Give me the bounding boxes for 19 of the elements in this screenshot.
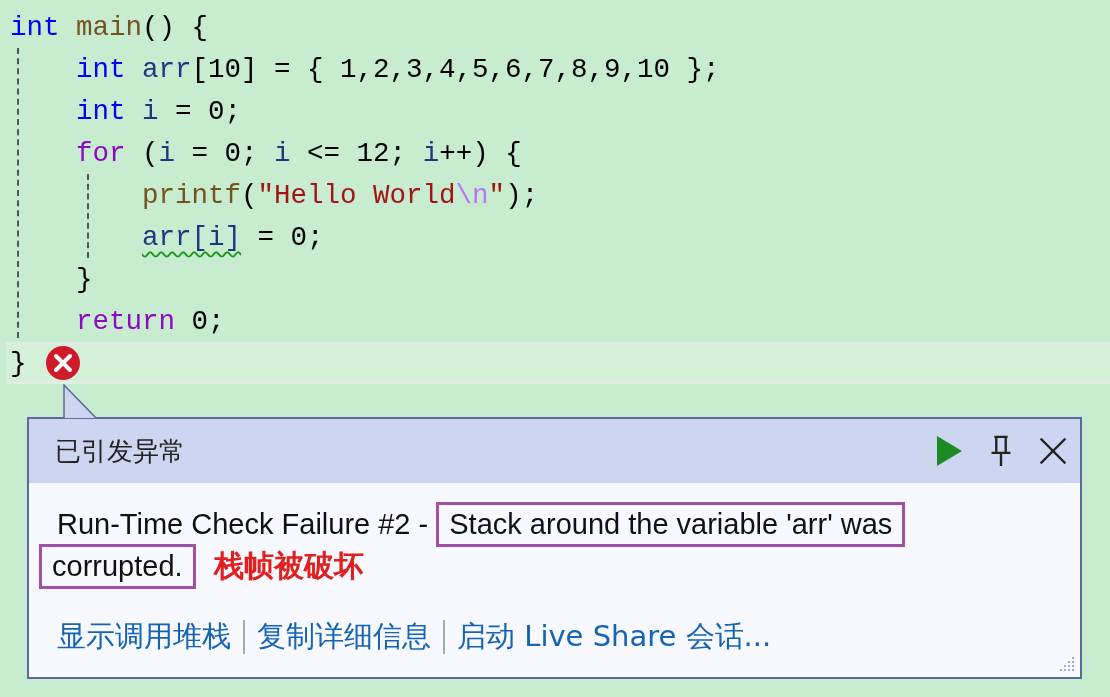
- code-line: printf("Hello World\n");: [142, 179, 539, 211]
- popup-link[interactable]: 启动 Live Share 会话...: [457, 617, 772, 657]
- code-line: int arr[10] = { 1,2,3,4,5,6,7,8,9,10 };: [76, 53, 720, 85]
- error-icon: [44, 345, 81, 381]
- highlighted-text: corrupted.: [39, 543, 196, 589]
- continue-icon[interactable]: [934, 434, 964, 468]
- popup-link[interactable]: 显示调用堆栈: [57, 617, 231, 657]
- code-line: arr[i] = 0;: [142, 221, 324, 253]
- code-line: return 0;: [76, 305, 225, 337]
- highlighted-text: Stack around the variable 'arr' was: [436, 501, 906, 547]
- code-line: for (i = 0; i <= 12; i++) {: [76, 137, 522, 169]
- popup-title: 已引发异常: [55, 434, 186, 468]
- code-line: }: [76, 263, 93, 295]
- annotation-text: 栈帧被破坏: [213, 546, 364, 585]
- code-line: int main() {: [10, 11, 209, 43]
- code-line: int i = 0;: [76, 95, 242, 127]
- popup-link[interactable]: 复制详细信息: [257, 617, 431, 657]
- code-line: }: [10, 347, 27, 379]
- message-text: Run-Time Check Failure #2 -: [56, 507, 430, 541]
